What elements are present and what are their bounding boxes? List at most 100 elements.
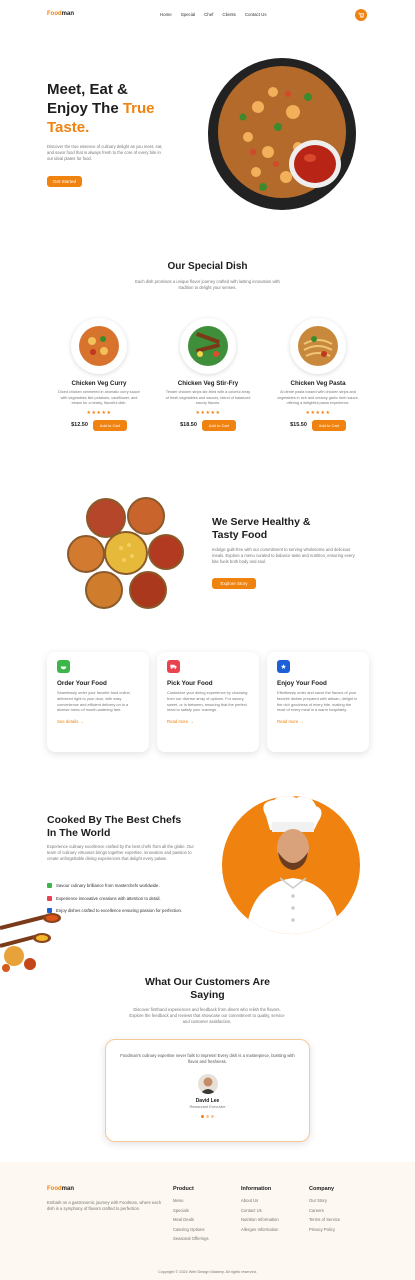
arrow-right-icon: → xyxy=(189,719,194,725)
dish-rating-3: ★★★★★ xyxy=(305,409,331,416)
dish-price-2: $18.50 xyxy=(180,422,197,429)
dish-desc-2: Tender chicken strips stir-fried with a … xyxy=(165,390,251,406)
footer-column-title-company: Company xyxy=(309,1186,335,1192)
testimonial-role: Restaurant Executive xyxy=(189,1105,226,1110)
footer-column-company: Company Our Story Careers Terms of Servi… xyxy=(309,1186,340,1234)
hero-line-2a: Enjoy The xyxy=(47,100,123,117)
dish-desc-3: Al dente pasta tossed with chicken strip… xyxy=(277,390,359,406)
dish-rating-1: ★★★★★ xyxy=(86,409,112,416)
footer-link-specials[interactable]: Specials xyxy=(173,1206,209,1216)
footer-link-contact[interactable]: Contact Us xyxy=(241,1206,279,1216)
healthy-food-image xyxy=(66,496,184,610)
footer-logo-part-b: man xyxy=(61,1186,75,1192)
cart-button[interactable] xyxy=(355,9,367,21)
step-link-label-enjoy: Read more xyxy=(277,719,299,725)
add-to-cart-button-3[interactable]: Add to Cart xyxy=(311,419,346,431)
dish-name-2: Chicken Veg Stir-Fry xyxy=(177,380,239,387)
testimonials-title-line-1: What Our Customers Are xyxy=(144,976,271,988)
logo[interactable]: Foodman xyxy=(47,11,74,17)
footer-link-seasonal[interactable]: Seasonal Offerings xyxy=(173,1234,209,1244)
chef-point-3: Enjoy dishes crafted to excellence ensur… xyxy=(47,905,182,918)
step-link-label-order: See details xyxy=(57,719,79,725)
healthy-description: Indulge guilt-free with our commitment t… xyxy=(212,547,355,565)
avatar xyxy=(197,1074,218,1095)
truck-icon xyxy=(167,660,180,673)
footer-logo-part-a: Food xyxy=(47,1186,62,1192)
testimonials-description: Discover firsthand experiences and feedb… xyxy=(129,1007,285,1025)
footer-link-about[interactable]: About Us xyxy=(241,1196,279,1206)
hero-food-image xyxy=(198,52,358,212)
footer-link-catering[interactable]: Catering Options xyxy=(173,1225,209,1235)
footer-logo[interactable]: Foodman xyxy=(47,1186,74,1192)
logo-part-a: Food xyxy=(47,11,62,17)
carousel-dot-2[interactable] xyxy=(206,1115,209,1119)
chefs-title: Cooked By The Best Chefs In The World xyxy=(47,814,181,840)
step-link-label-pick: Read more xyxy=(167,719,189,725)
add-to-cart-button-1[interactable]: Add to Cart xyxy=(92,419,127,431)
footer-link-terms[interactable]: Terms of Service xyxy=(309,1215,340,1225)
healthy-title: We Serve Healthy & Tasty Food xyxy=(212,516,310,542)
dish-card-1: Chicken Veg Curry Diced chicken simmered… xyxy=(55,318,143,431)
dish-image-1 xyxy=(71,318,127,374)
get-started-button[interactable]: Get Started xyxy=(47,176,82,187)
carousel-dots xyxy=(120,1115,295,1119)
check-icon xyxy=(47,895,52,901)
footer-link-menu[interactable]: Menu xyxy=(173,1196,209,1206)
testimonial-name: David Lee xyxy=(195,1098,220,1105)
footer-link-meal-deals[interactable]: Meal Deals xyxy=(173,1215,209,1225)
arrow-right-icon: → xyxy=(79,719,84,725)
footer-link-allergen[interactable]: Allergen Information xyxy=(241,1225,279,1235)
chefs-title-line-2: In The World xyxy=(47,827,111,839)
step-card-enjoy: ★ Enjoy Your Food Effortlessly order and… xyxy=(267,652,369,752)
special-title: Our Special Dish xyxy=(167,261,248,272)
logo-part-b: man xyxy=(61,11,75,17)
hero-line-2b: True xyxy=(122,100,155,117)
chef-point-text-3: Enjoy dishes crafted to excellence ensur… xyxy=(56,908,183,913)
nav-special[interactable]: Special xyxy=(181,12,195,17)
footer-about: Embark on a gastronomic journey with Foo… xyxy=(47,1200,162,1212)
add-to-cart-button-2[interactable]: Add to Cart xyxy=(201,419,236,431)
nav-home[interactable]: Home xyxy=(160,12,172,17)
footer-column-title-information: Information xyxy=(241,1186,272,1192)
chef-point-1: Savour culinary brilliance from masterch… xyxy=(47,880,182,893)
main-nav: Home Special Chef Clients Contact Us xyxy=(160,12,267,17)
testimonial-quote: Foodman's culinary expertise never fails… xyxy=(120,1053,295,1065)
step-card-pick: Pick Your Food Customize your dining exp… xyxy=(157,652,259,752)
chef-point-text-1: Savour culinary brilliance from masterch… xyxy=(56,883,160,888)
dish-image-2 xyxy=(180,318,236,374)
testimonials-title: What Our Customers Are Saying xyxy=(0,976,415,1002)
carousel-dot-3[interactable] xyxy=(211,1115,214,1119)
step-desc-pick: Customize your dining experience by choo… xyxy=(167,690,248,713)
chef-image xyxy=(222,796,360,934)
nav-contact[interactable]: Contact Us xyxy=(245,12,267,17)
dish-price-3: $15.50 xyxy=(290,422,307,429)
special-description: Each dish promises a unique flavor journ… xyxy=(135,279,280,291)
explore-story-button[interactable]: Explore Story xyxy=(212,578,256,589)
spices-image xyxy=(0,910,66,974)
dish-name-1: Chicken Veg Curry xyxy=(71,380,127,387)
testimonials-title-line-2: Saying xyxy=(190,989,225,1001)
footer-link-nutrition[interactable]: Nutrition Information xyxy=(241,1215,279,1225)
step-link-pick[interactable]: Read more → xyxy=(167,719,249,724)
nav-clients[interactable]: Clients xyxy=(222,12,235,17)
step-link-order[interactable]: See details → xyxy=(57,719,139,724)
footer-link-careers[interactable]: Careers xyxy=(309,1206,340,1216)
dish-card-3: Chicken Veg Pasta Al dente pasta tossed … xyxy=(274,318,362,431)
footer-link-story[interactable]: Our Story xyxy=(309,1196,340,1206)
dish-price-1: $12.50 xyxy=(71,422,88,429)
carousel-dot-1[interactable] xyxy=(201,1115,204,1119)
step-link-enjoy[interactable]: Read more → xyxy=(277,719,359,724)
dish-name-3: Chicken Veg Pasta xyxy=(290,380,346,387)
hero-title: Meet, Eat & Enjoy The True Taste. xyxy=(47,80,197,137)
arrow-right-icon: → xyxy=(299,719,304,725)
chefs-description: Experience culinary excellence crafted b… xyxy=(47,844,194,862)
healthy-title-line-1: We Serve Healthy & xyxy=(212,516,311,528)
footer-column-information: Information About Us Contact Us Nutritio… xyxy=(241,1186,279,1234)
nav-chef[interactable]: Chef xyxy=(204,12,213,17)
dish-card-2: Chicken Veg Stir-Fry Tender chicken stri… xyxy=(164,318,252,431)
copyright: Copyright © 2024 Web Design Mastery. All… xyxy=(158,1270,257,1274)
cart-icon xyxy=(358,12,364,18)
step-desc-order: Seamlessly order your favorite food onli… xyxy=(57,690,131,713)
chefs-title-line-1: Cooked By The Best Chefs xyxy=(47,814,182,826)
footer-link-privacy[interactable]: Privacy Policy xyxy=(309,1225,340,1235)
